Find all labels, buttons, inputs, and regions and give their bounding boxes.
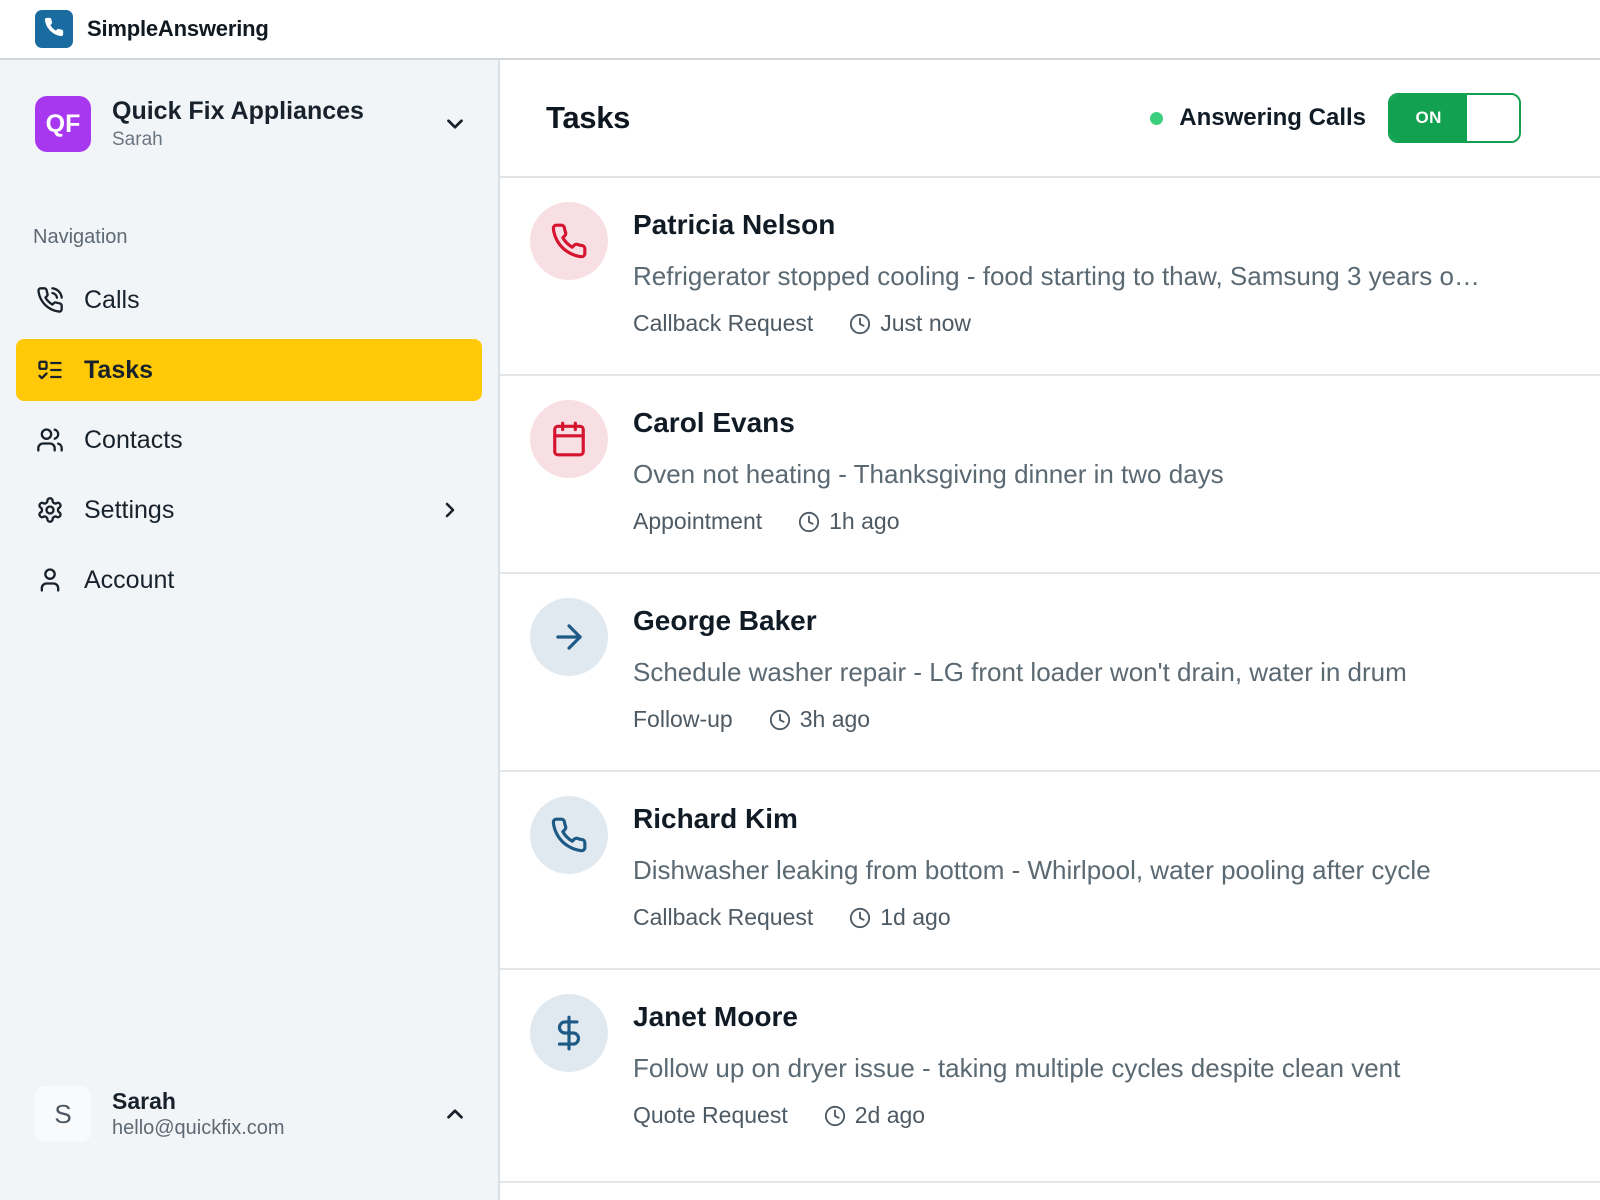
task-list: Patricia Nelson Refrigerator stopped coo… xyxy=(500,178,1600,1200)
task-row[interactable]: Janet Moore Follow up on dryer issue - t… xyxy=(500,970,1600,1183)
task-type-badge xyxy=(530,598,608,676)
task-type-label: Quote Request xyxy=(633,1102,788,1129)
workspace-switcher[interactable]: QF Quick Fix Appliances Sarah xyxy=(35,96,468,152)
sidebar-item-settings[interactable]: Settings xyxy=(16,479,482,541)
clock-icon xyxy=(769,709,791,731)
toggle-knob xyxy=(1467,95,1519,141)
clock-icon xyxy=(798,511,820,533)
task-contact-name: Patricia Nelson xyxy=(633,208,1550,242)
topbar: SimpleAnswering xyxy=(0,0,1600,60)
task-body: Richard Kim Dishwasher leaking from bott… xyxy=(633,796,1550,968)
dollar-sign-icon xyxy=(550,1014,588,1052)
workspace-avatar: QF xyxy=(35,96,91,152)
task-contact-name: George Baker xyxy=(633,604,1550,638)
task-type-label: Callback Request xyxy=(633,310,813,337)
answering-calls-label: Answering Calls xyxy=(1179,104,1366,132)
phone-icon xyxy=(550,222,588,260)
task-row[interactable]: Richard Kim Dishwasher leaking from bott… xyxy=(500,772,1600,970)
main-content: Tasks Answering Calls ON Patricia Nelson xyxy=(500,60,1600,1200)
workspace-subtitle: Sarah xyxy=(112,129,421,151)
app-name: SimpleAnswering xyxy=(87,16,269,42)
user-menu[interactable]: S Sarah hello@quickfix.com xyxy=(35,1086,468,1142)
chevron-up-icon xyxy=(442,1101,468,1127)
workspace-info: Quick Fix Appliances Sarah xyxy=(112,97,421,151)
arrow-right-icon xyxy=(550,618,588,656)
workspace-name: Quick Fix Appliances xyxy=(112,97,421,126)
app-logo xyxy=(35,10,73,48)
app-shell: QF Quick Fix Appliances Sarah Navigation… xyxy=(0,60,1600,1200)
answering-calls-toggle[interactable]: ON xyxy=(1388,93,1521,143)
task-body: Carol Evans Oven not heating - Thanksgiv… xyxy=(633,400,1550,572)
task-body: Janet Moore Follow up on dryer issue - t… xyxy=(633,994,1550,1181)
status-dot xyxy=(1150,112,1163,125)
task-timestamp: 2d ago xyxy=(855,1102,925,1129)
task-timestamp: 1d ago xyxy=(880,904,950,931)
toggle-on-label: ON xyxy=(1390,95,1467,141)
task-type-badge xyxy=(530,400,608,478)
task-timestamp: 1h ago xyxy=(829,508,899,535)
chevron-right-icon xyxy=(438,498,462,522)
nav-list: Calls Tasks Contacts Settings xyxy=(16,269,482,611)
task-meta: Follow-up 3h ago xyxy=(633,706,1550,733)
task-description: Schedule washer repair - LG front loader… xyxy=(633,656,1550,688)
task-row[interactable]: Carol Evans Oven not heating - Thanksgiv… xyxy=(500,376,1600,574)
phone-logo-icon xyxy=(43,16,65,43)
nav-section-label: Navigation xyxy=(33,226,498,249)
user-avatar: S xyxy=(35,1086,91,1142)
settings-icon xyxy=(36,496,64,524)
task-body: George Baker Schedule washer repair - LG… xyxy=(633,598,1550,770)
clock-icon xyxy=(824,1105,846,1127)
task-description: Dishwasher leaking from bottom - Whirlpo… xyxy=(633,854,1550,886)
task-contact-name: Carol Evans xyxy=(633,406,1550,440)
task-row[interactable]: Patricia Nelson Refrigerator stopped coo… xyxy=(500,178,1600,376)
task-row[interactable]: George Baker Schedule washer repair - LG… xyxy=(500,574,1600,772)
calendar-icon xyxy=(550,420,588,458)
task-meta: Callback Request 1d ago xyxy=(633,904,1550,931)
task-type-label: Appointment xyxy=(633,508,762,535)
chevron-down-icon xyxy=(442,111,468,137)
clock-icon xyxy=(849,907,871,929)
user-name: Sarah xyxy=(112,1088,421,1115)
task-type-label: Callback Request xyxy=(633,904,813,931)
task-meta: Quote Request 2d ago xyxy=(633,1102,1550,1129)
task-contact-name: Richard Kim xyxy=(633,802,1550,836)
sidebar-item-account[interactable]: Account xyxy=(16,549,482,611)
task-description: Oven not heating - Thanksgiving dinner i… xyxy=(633,458,1550,490)
phone-icon xyxy=(550,816,588,854)
task-description: Refrigerator stopped cooling - food star… xyxy=(633,260,1550,292)
page-title: Tasks xyxy=(546,100,630,136)
task-description: Follow up on dryer issue - taking multip… xyxy=(633,1052,1550,1084)
user-icon xyxy=(36,566,64,594)
list-todo-icon xyxy=(36,356,64,384)
answering-status: Answering Calls ON xyxy=(1150,93,1521,143)
sidebar-item-calls[interactable]: Calls xyxy=(16,269,482,331)
clock-icon xyxy=(849,313,871,335)
task-type-badge xyxy=(530,994,608,1072)
task-body: Patricia Nelson Refrigerator stopped coo… xyxy=(633,202,1550,374)
task-type-badge xyxy=(530,796,608,874)
sidebar-item-contacts[interactable]: Contacts xyxy=(16,409,482,471)
task-contact-name: Janet Moore xyxy=(633,1000,1550,1034)
task-meta: Appointment 1h ago xyxy=(633,508,1550,535)
user-info: Sarah hello@quickfix.com xyxy=(112,1088,421,1140)
phone-call-icon xyxy=(36,286,64,314)
task-timestamp: Just now xyxy=(880,310,971,337)
task-timestamp: 3h ago xyxy=(800,706,870,733)
task-meta: Callback Request Just now xyxy=(633,310,1550,337)
sidebar-item-tasks[interactable]: Tasks xyxy=(16,339,482,401)
task-type-badge xyxy=(530,202,608,280)
users-icon xyxy=(36,426,64,454)
main-header: Tasks Answering Calls ON xyxy=(500,60,1600,178)
task-type-label: Follow-up xyxy=(633,706,733,733)
sidebar: QF Quick Fix Appliances Sarah Navigation… xyxy=(0,60,500,1200)
user-email: hello@quickfix.com xyxy=(112,1117,421,1140)
